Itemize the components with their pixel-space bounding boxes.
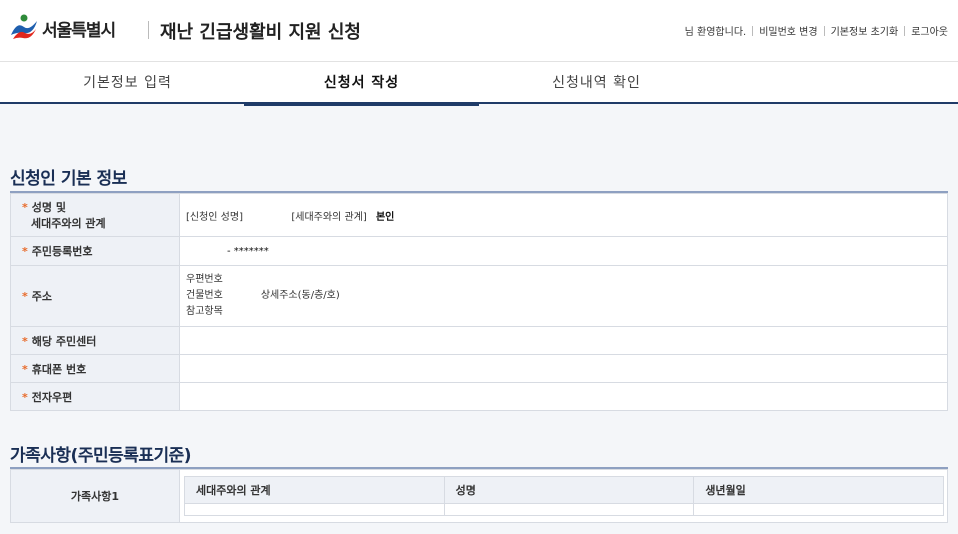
- table-row: * 주민등록번호 - *******: [10, 236, 948, 266]
- householder-relation-label: [세대주와의 관계]: [291, 211, 367, 223]
- applicant-section-title: 신청인 기본 정보: [10, 169, 127, 189]
- logout-link[interactable]: 로그아웃: [911, 23, 948, 38]
- table-row: [184, 503, 944, 516]
- mobile-label: * 휴대폰 번호: [10, 354, 180, 383]
- name-cell: [443, 503, 695, 516]
- name-relation-label: * 성명 및 세대주와의 관계: [10, 193, 180, 237]
- community-center-cell: [179, 326, 948, 355]
- table-row: 가족사항1 세대주와의 관계 성명 생년월일: [10, 469, 948, 523]
- logo-text: 서울특별시: [42, 20, 116, 41]
- applicant-table: * 성명 및 세대주와의 관계 [신청인 성명] [세대주와의 관계] 본인 * 주…: [10, 193, 948, 411]
- divider: [823, 25, 825, 36]
- column-header-relation: 세대주와의 관계: [184, 476, 445, 504]
- utility-links: 님 환영합니다. 비밀번호 변경 기본정보 초기화 로그아웃: [685, 23, 948, 38]
- required-mark: *: [22, 362, 28, 376]
- required-mark: *: [22, 390, 28, 404]
- tab-application-history[interactable]: 신청내역 확인: [479, 62, 714, 104]
- seoul-logo[interactable]: 서울특별시: [9, 13, 116, 43]
- family-table: 가족사항1 세대주와의 관계 성명 생년월일: [10, 469, 948, 523]
- required-mark: *: [22, 334, 28, 348]
- title-divider: [148, 21, 149, 39]
- label-text: 해당 주민센터: [31, 334, 97, 348]
- reset-info-link[interactable]: 기본정보 초기화: [831, 23, 899, 38]
- rrn-cell: - *******: [179, 236, 948, 266]
- birthdate-cell: [693, 503, 944, 516]
- reference-label: 참고항목: [186, 306, 223, 317]
- householder-relation-value: 본인: [375, 211, 395, 223]
- email-label: * 전자우편: [10, 382, 180, 411]
- building-row: 건물번호 상세주소(동/층/호): [186, 288, 947, 304]
- label-line: 세대주와의 관계: [31, 217, 106, 230]
- required-mark: *: [22, 290, 28, 303]
- tab-application-form[interactable]: 신청서 작성: [244, 62, 479, 106]
- table-row: 세대주와의 관계 성명 생년월일: [184, 476, 944, 504]
- divider: [904, 25, 906, 36]
- divider: [752, 25, 754, 36]
- required-mark: *: [22, 245, 28, 258]
- name-relation-cell: [신청인 성명] [세대주와의 관계] 본인: [179, 193, 948, 237]
- page-title: 재난 긴급생활비 지원 신청: [160, 22, 361, 43]
- address-label: * 주소: [10, 265, 180, 327]
- required-mark: *: [22, 201, 28, 214]
- welcome-text: 님 환영합니다.: [684, 27, 747, 38]
- step-tabs: 기본정보 입력 신청서 작성 신청내역 확인: [0, 62, 958, 106]
- building-no-label: 건물번호: [186, 290, 223, 301]
- column-header-birthdate: 생년월일: [693, 476, 944, 504]
- family-row-cell: 세대주와의 관계 성명 생년월일: [179, 469, 948, 523]
- label-text: 주민등록번호: [31, 245, 93, 258]
- family-row-label: 가족사항1: [10, 469, 180, 523]
- rrn-value: - *******: [227, 245, 269, 257]
- family-inner-table: 세대주와의 관계 성명 생년월일: [184, 476, 944, 516]
- label-text: 주소: [31, 290, 53, 303]
- rrn-label: * 주민등록번호: [10, 236, 180, 266]
- label-text: 휴대폰 번호: [31, 362, 87, 376]
- tab-basic-info[interactable]: 기본정보 입력: [10, 62, 245, 104]
- column-header-name: 성명: [443, 476, 695, 504]
- relation-cell: [184, 503, 445, 516]
- detail-address-label: 상세주소(동/층/호): [260, 290, 340, 301]
- label-text: 전자우편: [31, 390, 73, 404]
- table-row: * 휴대폰 번호: [10, 354, 948, 383]
- label-line: 성명 및: [31, 201, 66, 214]
- family-section-title: 가족사항(주민등록표기준): [10, 446, 192, 466]
- table-row: * 해당 주민센터: [10, 326, 948, 355]
- table-row: * 성명 및 세대주와의 관계 [신청인 성명] [세대주와의 관계] 본인: [10, 193, 948, 237]
- header: 서울특별시 재난 긴급생활비 지원 신청 님 환영합니다. 비밀번호 변경 기본…: [0, 0, 958, 62]
- seoul-logo-icon: [11, 14, 37, 39]
- applicant-name-label: [신청인 성명]: [186, 211, 243, 223]
- change-password-link[interactable]: 비밀번호 변경: [759, 23, 817, 38]
- table-row: * 전자우편: [10, 382, 948, 411]
- mobile-cell: [179, 354, 948, 383]
- email-cell: [179, 382, 948, 411]
- table-row: * 주소 우편번호 건물번호 상세주소(동/층/호) 참고항목: [10, 265, 948, 327]
- postal-code-label: 우편번호: [186, 274, 223, 285]
- address-cell: 우편번호 건물번호 상세주소(동/층/호) 참고항목: [179, 265, 948, 327]
- community-center-label: * 해당 주민센터: [10, 326, 180, 355]
